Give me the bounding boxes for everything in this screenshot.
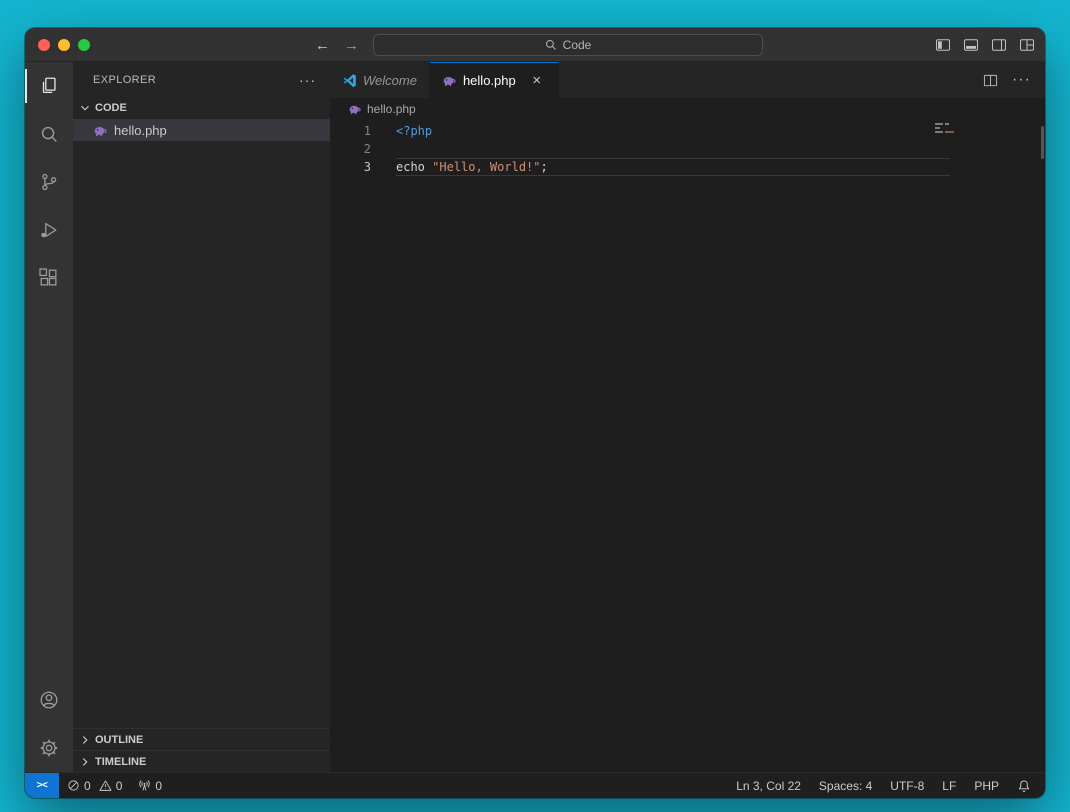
- toggle-secondary-sidebar-icon[interactable]: [991, 37, 1007, 53]
- close-window-button[interactable]: [38, 39, 50, 51]
- warning-icon: [99, 779, 112, 792]
- code-token: echo: [396, 160, 432, 174]
- notifications-bell-button[interactable]: [1017, 779, 1031, 793]
- vscode-window: ← → Code: [25, 28, 1045, 798]
- settings-button[interactable]: [25, 724, 73, 772]
- editor-actions: ···: [983, 62, 1045, 98]
- command-center-search[interactable]: Code: [373, 34, 763, 56]
- sidebar-section-code[interactable]: CODE: [73, 97, 330, 119]
- cursor-position[interactable]: Ln 3, Col 22: [736, 779, 801, 793]
- file-item-label: hello.php: [114, 123, 167, 138]
- bell-icon: [1017, 779, 1031, 793]
- navigate-forward-button[interactable]: →: [344, 37, 359, 54]
- tab-bar: Welcome hello.php: [330, 62, 1045, 98]
- code-token: ;: [541, 160, 548, 174]
- activity-search-button[interactable]: [25, 110, 73, 158]
- explorer-sidebar: EXPLORER ··· CODE: [73, 62, 330, 772]
- tab-label: hello.php: [463, 73, 516, 88]
- customize-layout-icon[interactable]: [1019, 37, 1035, 53]
- activity-bar-spacer: [25, 302, 73, 676]
- php-file-icon: [93, 123, 108, 138]
- code-token: <?php: [396, 124, 432, 138]
- scrollbar-slider[interactable]: [1041, 126, 1044, 159]
- outline-section[interactable]: OUTLINE: [73, 728, 330, 750]
- line-number: 2: [330, 142, 371, 156]
- tab-hello-php[interactable]: hello.php ×: [430, 62, 559, 98]
- activity-run-debug-button[interactable]: [25, 206, 73, 254]
- tab-welcome[interactable]: Welcome: [330, 62, 430, 98]
- activity-extensions-button[interactable]: [25, 254, 73, 302]
- remote-indicator[interactable]: ><: [25, 773, 59, 798]
- language-mode[interactable]: PHP: [974, 779, 999, 793]
- section-label: CODE: [95, 102, 127, 114]
- tab-label: Welcome: [363, 73, 417, 88]
- encoding-setting[interactable]: UTF-8: [890, 779, 924, 793]
- titlebar: ← → Code: [25, 28, 1045, 62]
- toggle-primary-sidebar-icon[interactable]: [935, 37, 951, 53]
- indentation-setting[interactable]: Spaces: 4: [819, 779, 872, 793]
- outline-label: OUTLINE: [95, 734, 143, 746]
- files-icon: [38, 75, 60, 97]
- zoom-window-button[interactable]: [78, 39, 90, 51]
- line-number: 3: [330, 160, 371, 174]
- breadcrumb: hello.php: [330, 98, 1045, 120]
- eol-setting[interactable]: LF: [942, 779, 956, 793]
- source-control-icon: [38, 171, 60, 193]
- gear-icon: [38, 737, 60, 759]
- minimize-window-button[interactable]: [58, 39, 70, 51]
- sidebar-empty-space: [73, 141, 330, 728]
- radio-tower-icon: [138, 779, 151, 792]
- error-icon: [67, 779, 80, 792]
- status-bar-right: Ln 3, Col 22 Spaces: 4 UTF-8 LF PHP: [736, 773, 1045, 798]
- command-center-label: Code: [563, 38, 592, 52]
- layout-controls: [935, 28, 1035, 62]
- editor-group: Welcome hello.php: [330, 62, 1045, 772]
- split-editor-icon[interactable]: [983, 73, 998, 88]
- breadcrumb-file[interactable]: hello.php: [367, 102, 416, 116]
- chevron-right-icon: [77, 733, 93, 747]
- window-controls: [38, 39, 90, 51]
- timeline-section[interactable]: TIMELINE: [73, 750, 330, 772]
- activity-bar: [25, 62, 73, 772]
- ports-status[interactable]: 0: [130, 773, 170, 798]
- line-number: 1: [330, 124, 371, 138]
- more-actions-icon[interactable]: ···: [1012, 71, 1031, 89]
- code-token: "Hello, World!": [432, 160, 540, 174]
- sidebar-title: EXPLORER: [93, 74, 299, 86]
- search-icon: [545, 39, 557, 51]
- extensions-icon: [38, 267, 60, 289]
- php-file-icon: [442, 73, 457, 88]
- status-bar: >< 0 0 0: [25, 772, 1045, 798]
- minimap[interactable]: [935, 123, 979, 135]
- warning-count: 0: [116, 779, 123, 793]
- error-count: 0: [84, 779, 91, 793]
- problems-status[interactable]: 0 0: [59, 773, 130, 798]
- code-editor[interactable]: 1 <?php 2 3 echo "Hello, World!";: [330, 120, 1045, 772]
- php-file-icon: [348, 102, 362, 116]
- code-line-3[interactable]: 3 echo "Hello, World!";: [330, 158, 1045, 176]
- account-icon: [38, 689, 60, 711]
- chevron-right-icon: [77, 755, 93, 769]
- vscode-logo-icon: [342, 73, 357, 88]
- navigate-back-button[interactable]: ←: [315, 37, 330, 54]
- code-line-2[interactable]: 2: [330, 140, 1045, 158]
- activity-explorer-button[interactable]: [25, 62, 73, 110]
- remote-icon: ><: [37, 780, 48, 791]
- history-navigation: ← →: [315, 28, 359, 62]
- sidebar-header: EXPLORER ···: [73, 62, 330, 97]
- chevron-down-icon: [77, 101, 93, 115]
- main-area: EXPLORER ··· CODE: [25, 62, 1045, 772]
- ports-count: 0: [155, 779, 162, 793]
- timeline-label: TIMELINE: [95, 756, 146, 768]
- account-button[interactable]: [25, 676, 73, 724]
- run-debug-icon: [38, 219, 60, 241]
- file-item-hello-php[interactable]: hello.php: [73, 119, 330, 141]
- explorer-more-actions-button[interactable]: ···: [299, 72, 316, 88]
- activity-source-control-button[interactable]: [25, 158, 73, 206]
- search-icon: [38, 123, 60, 145]
- toggle-panel-icon[interactable]: [963, 37, 979, 53]
- close-tab-icon[interactable]: ×: [528, 72, 546, 89]
